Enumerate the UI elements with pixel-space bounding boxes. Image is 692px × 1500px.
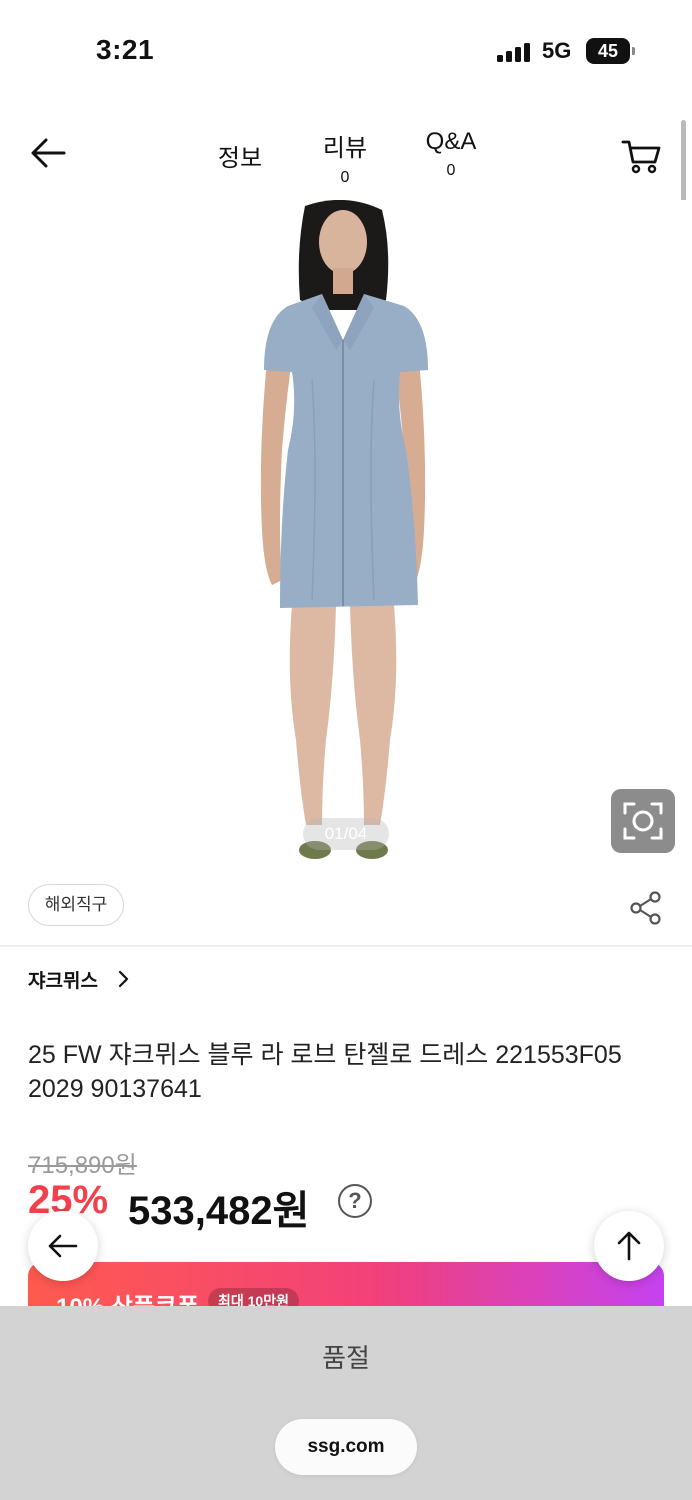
back-arrow-icon (48, 1234, 78, 1258)
soldout-status: 품절 (322, 1343, 370, 1373)
floating-back-button[interactable] (28, 1211, 98, 1281)
tab-review[interactable]: 리뷰 0 (315, 128, 375, 187)
tab-qa-count: 0 (446, 162, 456, 179)
arrow-up-icon (617, 1231, 641, 1261)
product-header: 정보 리뷰 0 Q&A 0 (0, 110, 692, 200)
overseas-badge: 해외직구 (28, 884, 124, 926)
tab-review-count: 0 (340, 169, 350, 186)
network-type: 5G (542, 38, 572, 63)
bottom-action-bar: 품절 ssg.com (0, 1306, 692, 1500)
product-title: 25 FW 쟈크뮈스 블루 라 로브 탄젤로 드레스 221553F05 202… (28, 1041, 622, 1103)
browser-url-pill[interactable]: ssg.com (275, 1419, 417, 1475)
scroll-to-top-button[interactable] (594, 1211, 664, 1281)
image-search-button[interactable] (611, 789, 675, 853)
back-arrow-icon[interactable] (28, 132, 70, 174)
product-image[interactable] (0, 200, 692, 872)
tab-info[interactable]: 정보 (210, 138, 270, 173)
original-price: 715,890원 (28, 1152, 137, 1179)
tab-qa[interactable]: Q&A 0 (415, 128, 487, 180)
chevron-right-icon[interactable] (116, 968, 132, 990)
status-bar: 3:21 5G 45 (0, 0, 692, 100)
brand-link[interactable]: 쟈크뮈스 (28, 966, 98, 993)
battery-icon: 45 (586, 38, 635, 64)
price-help-icon[interactable]: ? (338, 1184, 372, 1218)
tab-qa-label: Q&A (425, 128, 477, 155)
share-icon[interactable] (628, 890, 664, 926)
sale-price: 533,482원 (128, 1189, 310, 1233)
image-page-indicator: 01/04 (303, 818, 389, 850)
tab-review-label: 리뷰 (322, 135, 368, 162)
section-divider (0, 945, 692, 947)
tab-info-label: 정보 (217, 145, 263, 172)
camera-scan-icon (623, 802, 663, 840)
status-time: 3:21 (96, 34, 155, 65)
cart-icon[interactable] (620, 136, 664, 176)
signal-icon (497, 42, 533, 62)
